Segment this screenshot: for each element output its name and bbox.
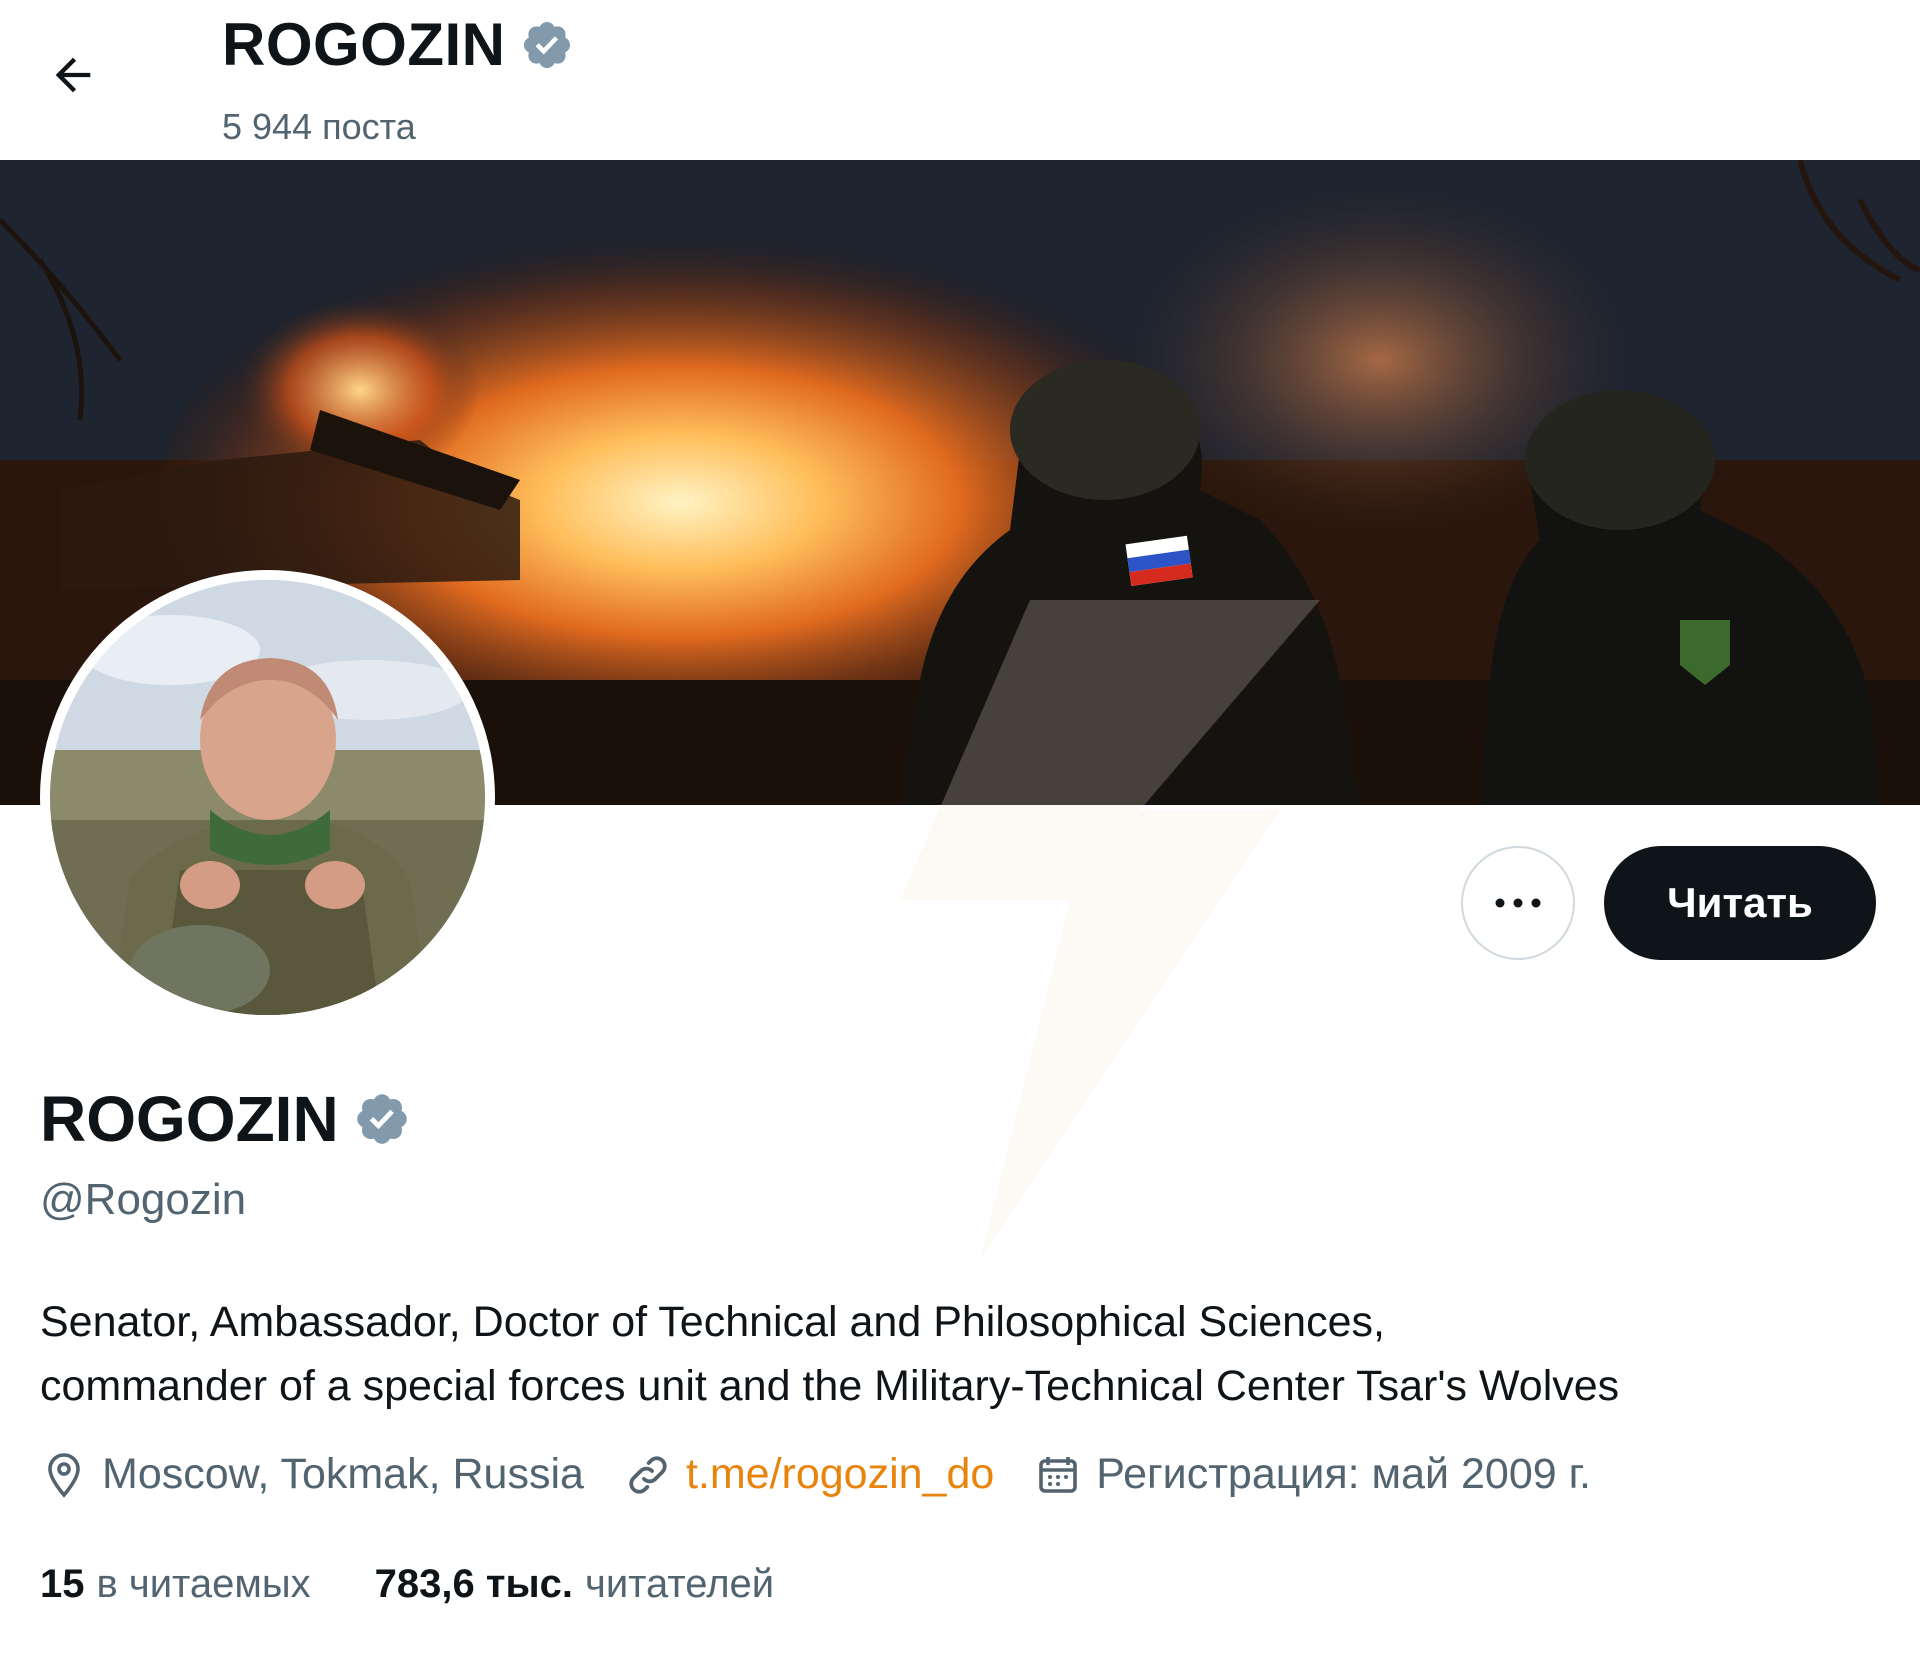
followers-count: 783,6 тыс. <box>374 1562 573 1606</box>
bio-line: commander of a special forces unit and t… <box>40 1362 1620 1410</box>
location-item: Moscow, Tokmak, Russia <box>40 1450 584 1499</box>
location-text: Moscow, Tokmak, Russia <box>102 1450 584 1498</box>
follow-stats: 15 в читаемых 783,6 тыс. читателей <box>40 1562 838 1607</box>
joined-item: Регистрация: май 2009 г. <box>1034 1450 1591 1499</box>
follow-button[interactable]: Читать <box>1604 846 1876 960</box>
link-icon <box>629 1455 667 1494</box>
link-item[interactable]: t.me/rogozin_do <box>624 1450 994 1499</box>
header-title-row: ROGOZIN <box>222 10 574 79</box>
joined-text: Регистрация: май 2009 г. <box>1096 1450 1591 1498</box>
profile-bio: Senator, Ambassador, Doctor of Technical… <box>40 1290 1860 1418</box>
followers-stat[interactable]: 783,6 тыс. читателей <box>375 1562 774 1607</box>
following-stat[interactable]: 15 в читаемых <box>40 1562 311 1607</box>
avatar[interactable] <box>40 570 495 1025</box>
more-options-button[interactable] <box>1461 846 1575 960</box>
profile-name: ROGOZIN <box>40 1083 339 1155</box>
post-count: 5 944 поста <box>222 106 416 147</box>
profile-handle: @Rogozin <box>40 1175 247 1224</box>
followers-label: читателей <box>585 1562 775 1606</box>
profile-link[interactable]: t.me/rogozin_do <box>686 1450 994 1499</box>
back-arrow-icon <box>55 57 91 93</box>
verified-badge-icon[interactable] <box>353 1090 411 1148</box>
following-label: в читаемых <box>96 1562 311 1606</box>
following-count: 15 <box>40 1562 85 1606</box>
calendar-icon <box>1039 1456 1078 1493</box>
profile-header: ROGOZIN 5 944 поста <box>0 0 1920 160</box>
header-title: ROGOZIN <box>222 11 506 78</box>
verified-badge-icon <box>520 18 574 72</box>
more-icon <box>1495 898 1541 908</box>
bio-line: Senator, Ambassador, Doctor of Technical… <box>40 1298 1385 1346</box>
location-icon <box>48 1452 80 1498</box>
avatar-image <box>50 580 485 1015</box>
back-button[interactable] <box>38 40 108 110</box>
profile-meta: Moscow, Tokmak, Russia t.me/rogozin_do Р… <box>40 1450 1631 1499</box>
profile-name-row: ROGOZIN <box>40 1082 411 1156</box>
